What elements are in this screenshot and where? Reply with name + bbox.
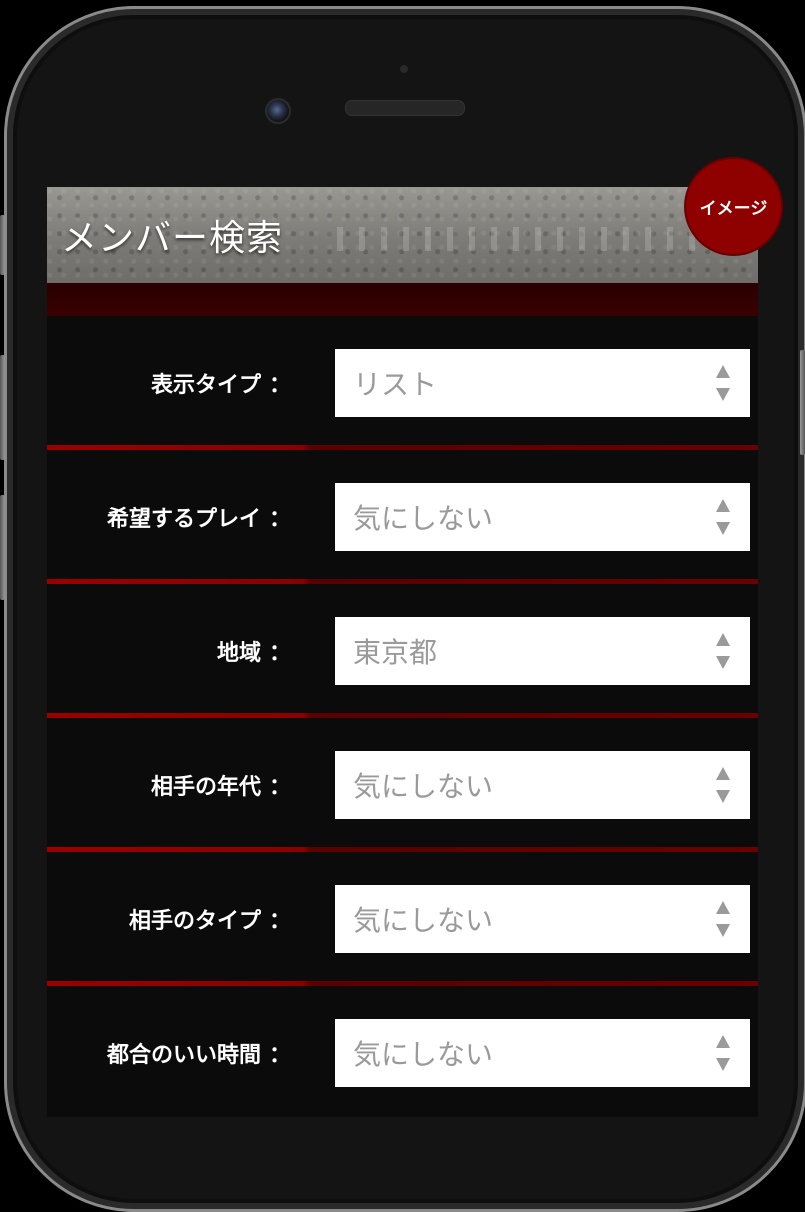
region-select[interactable]: 東京都: [335, 617, 750, 685]
header-band: [47, 283, 758, 316]
field-label: 相手のタイプ：: [128, 909, 291, 934]
partner-age-select[interactable]: 気にしない: [335, 751, 750, 819]
available-time-select[interactable]: 気にしない: [335, 1019, 750, 1087]
form-row-region: 地域： 東京都: [47, 584, 758, 718]
page-header: メンバー検索: [47, 187, 758, 283]
mute-switch: [0, 215, 5, 275]
form-row-display-type: 表示タイプ： リスト: [47, 316, 758, 450]
desired-play-select[interactable]: 気にしない: [335, 483, 750, 551]
volume-up-button: [0, 355, 5, 460]
form-row-available-time: 都合のいい時間： 気にしない: [47, 986, 758, 1117]
page-title: メンバー検索: [61, 218, 284, 259]
image-badge: イメージ: [686, 159, 781, 254]
select-value: 東京都: [353, 636, 438, 669]
select-value: 気にしない: [353, 770, 494, 803]
earpiece-speaker: [345, 100, 465, 116]
select-value: リスト: [353, 368, 438, 401]
power-button: [800, 350, 805, 455]
select-arrows-icon: [716, 763, 730, 807]
select-arrows-icon: [716, 629, 730, 673]
phone-frame: メンバー検索 表示タイプ： リスト 希望するプレイ： 気にしない 地域： 東京都: [0, 0, 805, 1212]
select-value: 気にしない: [353, 904, 494, 937]
field-label: 表示タイプ：: [150, 373, 291, 398]
field-label: 希望するプレイ：: [106, 507, 291, 532]
form-row-desired-play: 希望するプレイ： 気にしない: [47, 450, 758, 584]
partner-type-select[interactable]: 気にしない: [335, 885, 750, 953]
select-value: 気にしない: [353, 502, 494, 535]
volume-down-button: [0, 495, 5, 600]
phone-screen: メンバー検索 表示タイプ： リスト 希望するプレイ： 気にしない 地域： 東京都: [47, 187, 758, 1117]
select-arrows-icon: [716, 495, 730, 539]
field-label: 相手の年代：: [150, 775, 291, 800]
select-arrows-icon: [716, 897, 730, 941]
select-arrows-icon: [716, 1031, 730, 1075]
proximity-sensor: [400, 65, 408, 73]
form-row-partner-type: 相手のタイプ： 気にしない: [47, 852, 758, 986]
select-value: 気にしない: [353, 1038, 494, 1071]
form-row-partner-age: 相手の年代： 気にしない: [47, 718, 758, 852]
front-camera: [265, 98, 291, 124]
field-label: 地域：: [216, 641, 291, 666]
header-texture: [337, 227, 737, 251]
display-type-select[interactable]: リスト: [335, 349, 750, 417]
field-label: 都合のいい時間：: [106, 1043, 291, 1068]
select-arrows-icon: [716, 361, 730, 405]
